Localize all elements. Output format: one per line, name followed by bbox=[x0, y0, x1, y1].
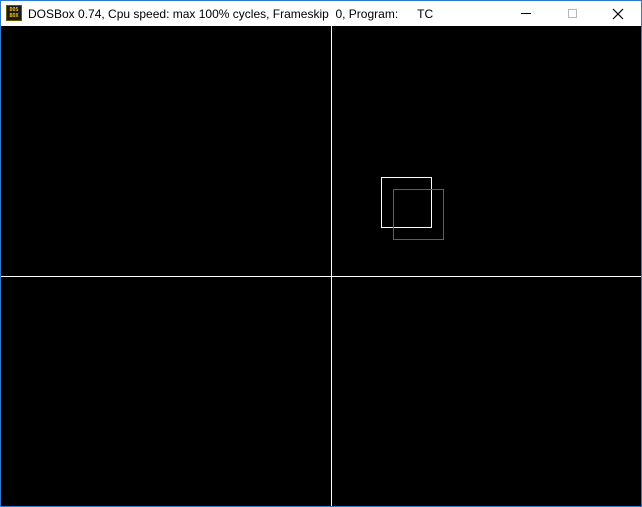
dosbox-app-icon[interactable]: DOS BOX bbox=[6, 5, 22, 21]
close-icon bbox=[612, 8, 624, 19]
maximize-button[interactable] bbox=[549, 1, 595, 26]
minimize-button[interactable] bbox=[503, 1, 549, 26]
close-button[interactable] bbox=[595, 1, 641, 26]
minimize-icon bbox=[521, 13, 531, 14]
maximize-icon bbox=[567, 9, 577, 18]
icon-text-bottom: BOX bbox=[9, 13, 19, 19]
graphics-canvas bbox=[1, 26, 641, 506]
window-title: DOSBox 0.74, Cpu speed: max 100% cycles,… bbox=[28, 6, 433, 22]
white-square bbox=[381, 177, 432, 228]
program-name: TC bbox=[417, 7, 434, 21]
title-bar[interactable]: DOS BOX DOSBox 0.74, Cpu speed: max 100%… bbox=[1, 1, 641, 26]
dos-screen[interactable] bbox=[1, 26, 641, 506]
dosbox-window: DOS BOX DOSBox 0.74, Cpu speed: max 100%… bbox=[0, 0, 642, 507]
green-square bbox=[393, 189, 444, 240]
window-title-text: DOSBox 0.74, Cpu speed: max 100% cycles,… bbox=[28, 7, 399, 21]
